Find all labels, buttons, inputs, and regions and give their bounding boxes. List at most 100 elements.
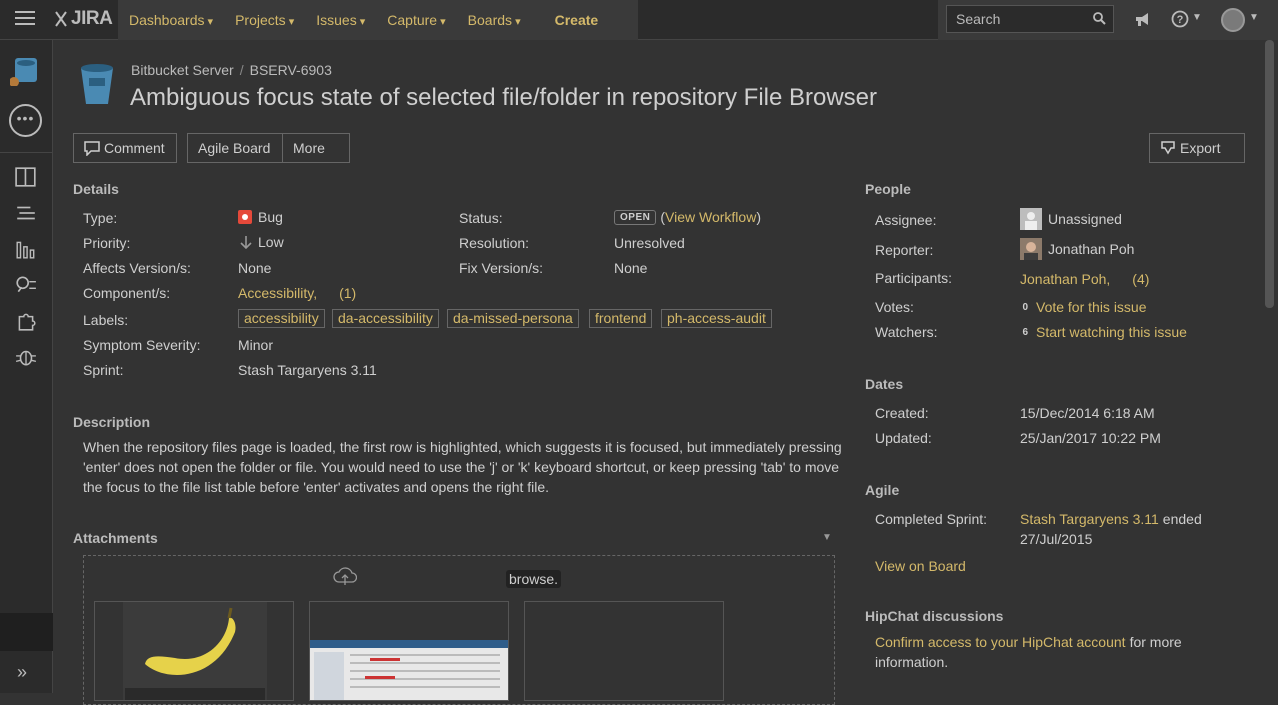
banana-image: [123, 602, 267, 700]
attachments-heading: Attachments: [73, 530, 158, 546]
label-chip[interactable]: frontend: [589, 309, 653, 328]
profile-chevron-down-icon[interactable]: ▼: [1249, 12, 1259, 23]
affects-versions-label: Affects Version/s:: [83, 260, 191, 276]
search-icon: [1093, 12, 1106, 25]
issue-view: Bitbucket Server / BSERV-6903 Ambiguous fo…: [54, 40, 1278, 705]
agile-heading: Agile: [865, 482, 900, 498]
comment-button[interactable]: Comment: [73, 133, 177, 163]
more-button[interactable]: More: [282, 133, 350, 163]
notifications-megaphone-icon[interactable]: [1134, 11, 1152, 27]
export-button[interactable]: Export: [1149, 133, 1245, 163]
more-options-icon[interactable]: •••: [9, 104, 42, 137]
details-heading: Details: [73, 181, 119, 197]
reports-icon[interactable]: [15, 238, 37, 260]
create-button[interactable]: Create: [544, 12, 610, 28]
user-avatar[interactable]: [1221, 8, 1245, 32]
hipchat-confirm-link[interactable]: Confirm access to your HipChat account: [875, 634, 1126, 650]
attachment-thumbnail[interactable]: [524, 601, 724, 701]
agile-board-button[interactable]: Agile Board: [187, 133, 283, 163]
help-icon[interactable]: ?: [1171, 10, 1189, 28]
project-logo-icon: [81, 64, 113, 104]
sidebar-footer: [0, 613, 53, 651]
more-label: More: [293, 140, 325, 156]
participant-link[interactable]: Jonathan Poh,: [1020, 271, 1110, 287]
board-icon[interactable]: [15, 166, 37, 188]
comment-label: Comment: [104, 140, 165, 156]
priority-label: Priority:: [83, 235, 131, 251]
project-avatar-icon[interactable]: [10, 56, 40, 86]
nav-dashboards[interactable]: Dashboards: [118, 12, 224, 28]
attachment-thumbnail[interactable]: [309, 601, 509, 701]
breadcrumb: Bitbucket Server / BSERV-6903: [131, 62, 332, 78]
label-chip[interactable]: ph-access-audit: [661, 309, 772, 328]
priority-low-arrow-icon: [240, 236, 252, 249]
label-chip[interactable]: accessibility: [238, 309, 325, 328]
export-icon: [1161, 140, 1175, 154]
hamburger-menu-icon[interactable]: [15, 11, 35, 27]
view-on-board-link[interactable]: View on Board: [875, 558, 966, 574]
add-ons-icon[interactable]: [15, 310, 37, 332]
backlog-icon[interactable]: [15, 202, 37, 224]
sprint-ended-date: 27/Jul/2015: [1020, 531, 1093, 547]
label-chip[interactable]: da-missed-persona: [447, 309, 579, 328]
votes-count: 0: [1022, 301, 1028, 313]
nav-capture[interactable]: Capture: [376, 12, 456, 28]
status-lozenge: OPEN: [614, 209, 657, 225]
attachment-thumbnail[interactable]: [94, 601, 294, 701]
jira-logo-icon: [55, 11, 67, 27]
svg-text:?: ?: [1177, 14, 1184, 26]
description-heading: Description: [73, 414, 151, 430]
top-navigation-bar: JIRA Dashboards Projects Issues Capture …: [0, 0, 1278, 40]
page-scrollbar[interactable]: [1265, 40, 1274, 308]
expand-sidebar-icon[interactable]: »: [17, 662, 27, 683]
breadcrumb-issue-key[interactable]: BSERV-6903: [250, 62, 332, 78]
participants-more-link[interactable]: (4): [1132, 271, 1149, 287]
vote-link[interactable]: Vote for this issue: [1036, 299, 1147, 315]
search-input[interactable]: Search: [946, 5, 1114, 33]
bug-icon: [238, 210, 252, 224]
comment-icon: [84, 140, 100, 156]
nav-boards[interactable]: Boards: [457, 12, 532, 28]
view-workflow-link[interactable]: View Workflow: [665, 209, 756, 225]
reporter-text: Jonathan Poh: [1048, 241, 1135, 257]
nav-issues[interactable]: Issues: [305, 12, 376, 28]
description-text[interactable]: When the repository files page is loaded…: [83, 437, 843, 497]
reporter-value[interactable]: Jonathan Poh: [1020, 238, 1134, 260]
attachments-options-chevron-icon[interactable]: ▼: [822, 532, 832, 543]
updated-value: 25/Jan/2017 10:22 PM: [1020, 430, 1161, 446]
agile-board-label: Agile Board: [198, 140, 271, 156]
label-chip[interactable]: da-accessibility: [332, 309, 439, 328]
component-link[interactable]: Accessibility,: [238, 285, 317, 301]
completed-sprint-label: Completed Sprint:: [875, 511, 988, 527]
symptom-severity-label: Symptom Severity:: [83, 337, 201, 353]
nav-projects[interactable]: Projects: [224, 12, 305, 28]
completed-sprint-link[interactable]: Stash Targaryens 3.11: [1020, 511, 1159, 527]
assignee-text: Unassigned: [1048, 211, 1122, 227]
type-label: Type:: [83, 210, 118, 226]
sidebar-divider: [0, 152, 53, 153]
priority-text: Low: [258, 234, 284, 250]
issues-bug-icon[interactable]: [15, 346, 37, 368]
watchers-label: Watchers:: [875, 324, 938, 340]
issue-summary: Ambiguous focus state of selected file/f…: [130, 84, 878, 111]
sprint-label: Sprint:: [83, 362, 124, 378]
hipchat-message: Confirm access to your HipChat account f…: [875, 634, 1182, 650]
search-issues-icon[interactable]: [15, 274, 37, 296]
workflow-paren-close: ): [756, 209, 761, 225]
status-value: OPEN (View Workflow): [614, 209, 761, 225]
dates-heading: Dates: [865, 376, 904, 392]
affects-versions-value: None: [238, 260, 272, 276]
votes-value: 0 Vote for this issue: [1012, 299, 1147, 315]
logo-text: JIRA: [71, 8, 113, 29]
hipchat-heading: HipChat discussions: [865, 608, 1004, 624]
assignee-label: Assignee:: [875, 212, 937, 228]
browse-link[interactable]: browse.: [506, 570, 562, 588]
jira-logo[interactable]: JIRA: [54, 8, 113, 30]
sprint-value: Stash Targaryens 3.11: [238, 362, 377, 378]
help-chevron-down-icon[interactable]: ▼: [1192, 12, 1202, 23]
breadcrumb-project[interactable]: Bitbucket Server: [131, 62, 234, 78]
resolution-value: Unresolved: [614, 235, 685, 251]
watch-link[interactable]: Start watching this issue: [1036, 324, 1187, 340]
export-label: Export: [1180, 140, 1221, 156]
component-more-link[interactable]: (1): [339, 285, 356, 301]
